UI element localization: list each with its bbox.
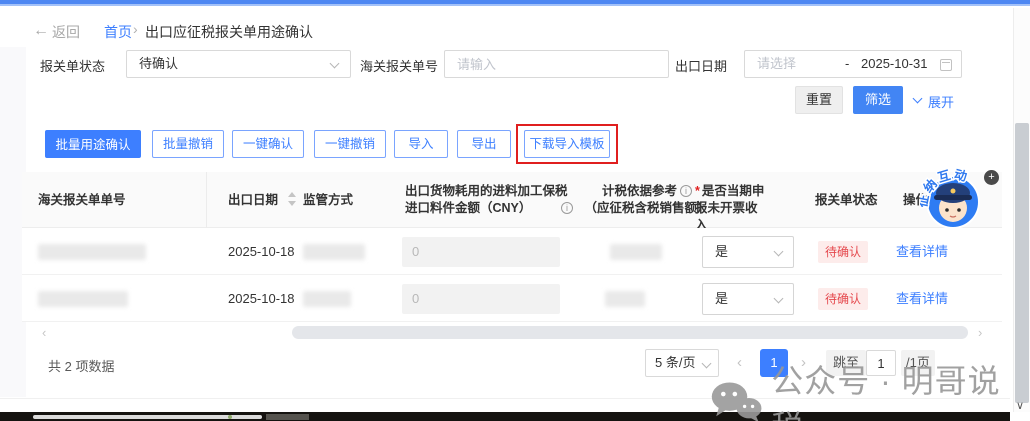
view-details-link[interactable]: 查看详情 — [896, 275, 948, 322]
taskbar-green-dot — [228, 415, 232, 419]
uninvoiced-select[interactable]: 是 — [702, 283, 794, 315]
header-uninvoiced: * 是否当期申报未开票收入 — [695, 183, 767, 234]
filter-button[interactable]: 筛选 — [853, 86, 903, 114]
date-start-placeholder: 请选择 — [757, 56, 797, 71]
header-tax-basis-line2: （应征税含税销售额） — [584, 201, 710, 215]
uninvoiced-select[interactable]: 是 — [702, 236, 794, 268]
bonded-amount-input[interactable]: 0 — [402, 284, 560, 314]
app-window: ← 返回 首页 › 出口应征税报关单用途确认 报关单状态 待确认 海关报关单号 … — [0, 0, 1030, 421]
status-filter-label: 报关单状态 — [40, 59, 106, 74]
redacted-declaration-no — [38, 291, 128, 307]
status-badge: 待确认 — [818, 241, 868, 263]
top-blue-strip — [0, 0, 1030, 6]
header-bonded-amount: 出口货物耗用的进料加工保税 进口料件金额（CNY） — [405, 184, 568, 215]
back-button[interactable]: 返回 — [52, 22, 80, 42]
export-button[interactable]: 导出 — [457, 130, 511, 158]
import-button[interactable]: 导入 — [394, 130, 448, 158]
redacted-supervision — [303, 291, 351, 307]
redacted-tax-basis — [605, 291, 645, 307]
reset-button[interactable]: 重置 — [795, 86, 843, 114]
jump-page-input[interactable] — [866, 350, 896, 376]
redacted-supervision — [303, 244, 365, 260]
chevron-down-icon — [773, 293, 784, 304]
customs-no-input[interactable] — [444, 50, 669, 78]
table-row: 2025-10-18 0 是 待确认 查看详情 — [22, 228, 1002, 275]
bonded-amount-input[interactable]: 0 — [402, 237, 560, 267]
total-count-label: 共 2 项数据 — [48, 359, 115, 374]
redacted-tax-basis — [610, 244, 662, 260]
table-header: 海关报关单单号 出口日期 监管方式 出口货物耗用的进料加工保税 进口料件金额（C… — [22, 172, 1002, 232]
export-date-cell: 2025-10-18 — [228, 244, 295, 259]
status-filter-value: 待确认 — [139, 56, 179, 71]
export-date-filter-label: 出口日期 — [675, 59, 728, 74]
status-badge: 待确认 — [818, 288, 868, 310]
export-date-range-picker[interactable]: 请选择 - 2025-10-31 — [744, 50, 962, 78]
customs-officer-avatar: 征纳互动 — [913, 166, 980, 229]
jump-to-label: 跳至 — [826, 350, 867, 376]
info-icon[interactable]: i — [561, 202, 573, 214]
chevron-down-icon — [329, 58, 340, 69]
chevron-down-icon — [701, 358, 712, 369]
next-page-button[interactable]: › — [801, 354, 806, 371]
sort-descending-icon[interactable] — [288, 201, 296, 206]
calendar-icon — [940, 59, 952, 71]
breadcrumb: ← 返回 首页 › 出口应征税报关单用途确认 — [0, 18, 1000, 44]
breadcrumb-home-link[interactable]: 首页 — [104, 22, 132, 42]
expand-label: 展开 — [928, 95, 955, 110]
date-end-value: 2025-10-31 — [861, 56, 928, 71]
info-icon[interactable]: i — [680, 185, 692, 197]
one-click-revoke-button[interactable]: 一键撤销 — [314, 130, 386, 158]
prev-page-button[interactable]: ‹ — [737, 354, 742, 371]
batch-revoke-button[interactable]: 批量撤销 — [152, 130, 224, 158]
header-status: 报关单状态 — [815, 193, 878, 207]
hscroll-thumb[interactable] — [292, 326, 968, 339]
header-uninvoiced-text: 是否当期申报未开票收入 — [695, 184, 765, 232]
status-filter-select[interactable]: 待确认 — [126, 50, 351, 78]
header-tax-basis-line1: 计税依据参考 — [601, 184, 677, 198]
breadcrumb-separator-icon: › — [133, 21, 138, 37]
date-range-separator: - — [845, 56, 850, 71]
header-tax-basis: 计税依据参考 i （应征税含税销售额） — [580, 183, 714, 217]
red-highlight-annotation — [516, 124, 618, 164]
header-export-date: 出口日期 — [228, 193, 279, 207]
required-asterisk: * — [695, 184, 700, 198]
chevron-down-icon — [773, 246, 784, 257]
customs-no-filter-label: 海关报关单号 — [360, 59, 439, 74]
page-size-select[interactable]: 5 条/页 — [645, 349, 719, 377]
page-size-value: 5 条/页 — [655, 355, 696, 370]
table-row: 2025-10-18 0 是 待确认 查看详情 — [22, 275, 1002, 322]
header-customs-no: 海关报关单单号 — [38, 193, 126, 207]
uninvoiced-value: 是 — [715, 244, 729, 259]
export-date-cell: 2025-10-18 — [228, 291, 295, 306]
total-pages-label: /1页 — [901, 350, 935, 376]
vscroll-thumb[interactable] — [1015, 123, 1029, 403]
back-arrow-icon[interactable]: ← — [33, 20, 49, 42]
assistant-plus-icon[interactable]: + — [984, 170, 999, 185]
header-supervision: 监管方式 — [303, 193, 354, 207]
assistant-widget[interactable]: 征纳互动 — [913, 166, 986, 230]
content-bottom-border — [0, 398, 1010, 399]
view-details-link[interactable]: 查看详情 — [896, 228, 948, 275]
vscroll-down-arrow[interactable]: ∨ — [1016, 399, 1024, 412]
hscroll-left-arrow[interactable]: ‹ — [42, 326, 46, 340]
expand-toggle[interactable]: 展开 — [912, 92, 955, 111]
sort-ascending-icon[interactable] — [288, 192, 296, 197]
redacted-declaration-no — [38, 244, 146, 260]
chevron-down-icon — [912, 93, 923, 104]
batch-purpose-confirm-button[interactable]: 批量用途确认 — [45, 130, 141, 158]
hscroll-right-arrow[interactable]: › — [978, 326, 982, 340]
page-title: 出口应征税报关单用途确认 — [145, 24, 313, 40]
taskbar-gray-segment — [266, 413, 309, 420]
uninvoiced-value: 是 — [715, 291, 729, 306]
one-click-confirm-button[interactable]: 一键确认 — [232, 130, 304, 158]
page-number-button[interactable]: 1 — [760, 349, 788, 377]
